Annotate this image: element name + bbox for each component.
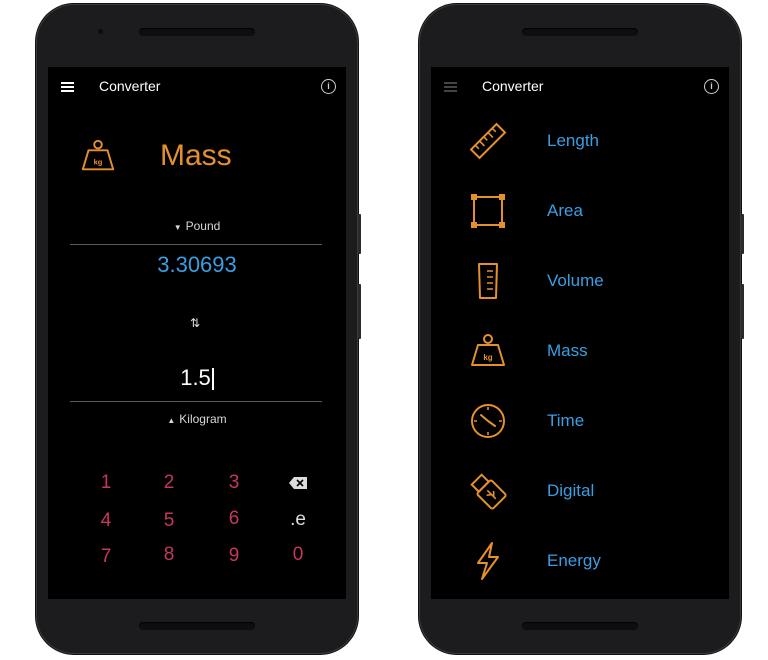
key-5[interactable]: 5 xyxy=(149,510,189,532)
category-label: Mass xyxy=(547,341,588,360)
app-bar: Converter i xyxy=(48,67,346,107)
key-6[interactable]: 6 xyxy=(214,508,254,530)
category-item-energy[interactable]: Energy xyxy=(431,527,729,597)
category-item-area[interactable]: Area xyxy=(431,177,729,247)
app-bar: Converter i xyxy=(431,67,729,107)
category-item-length[interactable]: Length xyxy=(431,107,729,177)
key-0[interactable]: 0 xyxy=(278,544,318,566)
category-label: Volume xyxy=(547,271,604,290)
phone-left: Converter i kg Mass ▼ Pound 3.30693 ⇅ 1.5… xyxy=(36,4,361,654)
front-camera xyxy=(98,29,103,34)
earpiece-speaker xyxy=(522,28,638,36)
category-item-time[interactable]: Time xyxy=(431,387,729,457)
key-3[interactable]: 3 xyxy=(214,472,254,494)
divider xyxy=(70,401,322,402)
lightning-icon xyxy=(477,542,499,580)
info-icon[interactable]: i xyxy=(321,79,336,94)
category-label: Time xyxy=(547,411,585,430)
app-title: Converter xyxy=(482,78,544,94)
power-button xyxy=(358,284,361,339)
category-item-mass[interactable]: kg Mass xyxy=(431,317,729,387)
weight-icon[interactable]: kg xyxy=(79,137,117,175)
weight-icon: kg xyxy=(471,334,505,366)
key-9[interactable]: 9 xyxy=(214,545,254,567)
to-unit-selector[interactable]: ▼ Pound xyxy=(48,219,346,233)
from-unit-label: Kilogram xyxy=(179,412,227,426)
category-screen: Converter i Length Area Volume kg Mass T… xyxy=(431,67,729,599)
category-label: Digital xyxy=(547,481,595,500)
app-title: Converter xyxy=(99,78,161,94)
earpiece-speaker xyxy=(139,28,255,36)
backspace-icon[interactable] xyxy=(289,477,307,489)
divider xyxy=(70,244,322,245)
key-8[interactable]: 8 xyxy=(149,544,189,566)
category-label: Energy xyxy=(547,551,601,570)
area-icon xyxy=(471,194,505,228)
category-label: Length xyxy=(547,131,599,150)
from-unit-selector[interactable]: ▲ Kilogram xyxy=(48,412,346,426)
usb-icon xyxy=(470,473,507,510)
volume-button xyxy=(741,214,744,254)
category-title: Mass xyxy=(160,139,232,172)
category-item-volume[interactable]: Volume xyxy=(431,247,729,317)
category-item-digital[interactable]: Digital xyxy=(431,457,729,527)
category-label: Area xyxy=(547,201,583,220)
result-value: 3.30693 xyxy=(157,252,237,277)
caret-down-icon: ▼ xyxy=(173,223,182,232)
key-1[interactable]: 1 xyxy=(86,472,126,494)
phone-right: Converter i Length Area Volume kg Mass T… xyxy=(419,4,744,654)
caret-up-icon: ▲ xyxy=(167,416,176,425)
input-field[interactable]: 1.5 xyxy=(48,365,346,391)
bottom-speaker xyxy=(522,622,638,630)
volume-button xyxy=(358,214,361,254)
key-7[interactable]: 7 xyxy=(86,546,126,568)
swap-icon[interactable]: ⇅ xyxy=(190,316,200,330)
to-unit-label: Pound xyxy=(185,219,221,233)
key-2[interactable]: 2 xyxy=(149,472,189,494)
svg-text:kg: kg xyxy=(483,353,492,362)
menu-icon[interactable] xyxy=(61,82,74,92)
input-value: 1.5 xyxy=(180,365,211,390)
text-cursor xyxy=(211,368,214,391)
clock-icon xyxy=(471,404,505,438)
info-icon[interactable]: i xyxy=(704,79,719,94)
key-exponent[interactable]: .e xyxy=(278,509,318,531)
svg-text:kg: kg xyxy=(94,158,103,167)
converter-screen: Converter i kg Mass ▼ Pound 3.30693 ⇅ 1.5… xyxy=(48,67,346,599)
menu-icon[interactable] xyxy=(444,82,457,92)
bottom-speaker xyxy=(139,622,255,630)
power-button xyxy=(741,284,744,339)
ruler-icon xyxy=(469,122,507,160)
key-4[interactable]: 4 xyxy=(86,510,126,532)
beaker-icon xyxy=(478,263,498,299)
